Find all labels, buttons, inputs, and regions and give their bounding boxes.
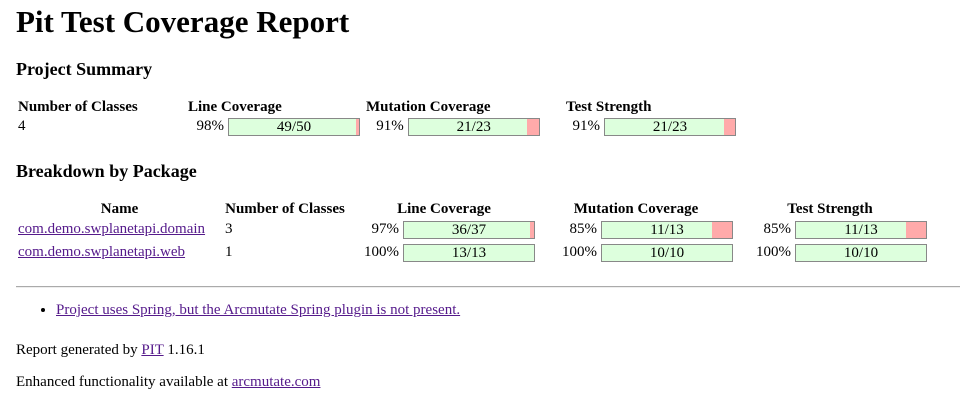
package-link-domain[interactable]: com.demo.swplanetapi.domain <box>18 221 205 237</box>
package-strength-label: 11/13 <box>844 221 878 238</box>
table-row: com.demo.swplanetapi.web 1 100% 13/13 10… <box>18 241 927 264</box>
package-strength-bar: 11/13 <box>795 220 927 239</box>
package-mutation-bar: 10/10 <box>601 243 733 262</box>
package-strength-pct: 100% <box>756 244 791 260</box>
package-strength-pct: 85% <box>763 221 792 237</box>
package-line-label: 36/37 <box>451 221 487 238</box>
header-test-strength: Test Strength <box>566 98 652 115</box>
breakdown-table: Name Number of Classes Line Coverage Mut… <box>18 200 927 264</box>
package-strength-bar: 10/10 <box>795 243 927 262</box>
package-link-web[interactable]: com.demo.swplanetapi.web <box>18 244 185 260</box>
summary-strength-bar: 21/23 <box>604 117 736 136</box>
header-mutation-coverage: Mutation Coverage <box>366 98 491 115</box>
package-mutation-label: 11/13 <box>650 221 684 238</box>
package-mutation-pct: 100% <box>562 244 597 260</box>
project-summary-heading: Project Summary <box>16 59 153 79</box>
list-item: Project uses Spring, but the Arcmutate S… <box>56 300 460 320</box>
package-mutation-pct: 85% <box>569 221 598 237</box>
package-line-bar: 36/37 <box>403 220 535 239</box>
header-line-coverage: Line Coverage <box>188 98 282 115</box>
package-line-pct: 97% <box>371 221 400 237</box>
generated-prefix: Report generated by <box>16 342 142 358</box>
project-summary-table: Number of Classes Line Coverage Mutation… <box>18 98 736 137</box>
summary-line-label: 49/50 <box>276 118 312 135</box>
notes-list: Project uses Spring, but the Arcmutate S… <box>16 300 460 320</box>
breakdown-heading: Breakdown by Package <box>16 161 197 181</box>
breakdown-header-name: Name <box>100 200 139 217</box>
package-mutation-label: 10/10 <box>649 244 685 261</box>
package-mutation-bar: 11/13 <box>601 220 733 239</box>
pit-version: 1.16.1 <box>163 342 205 358</box>
divider <box>16 286 960 288</box>
breakdown-header-line: Line Coverage <box>397 200 491 217</box>
enhanced-functionality-line: Enhanced functionality available at arcm… <box>16 372 320 392</box>
pit-link[interactable]: PIT <box>141 342 163 358</box>
package-classes: 3 <box>225 221 233 237</box>
breakdown-header-classes: Number of Classes <box>225 200 345 217</box>
summary-strength-pct: 91% <box>572 118 601 134</box>
breakdown-header-mutation: Mutation Coverage <box>573 200 699 217</box>
package-line-pct: 100% <box>364 244 399 260</box>
package-strength-label: 10/10 <box>843 244 879 261</box>
spring-plugin-note-link[interactable]: Project uses Spring, but the Arcmutate S… <box>56 302 460 318</box>
summary-classes: 4 <box>18 118 26 134</box>
summary-mutation-pct: 91% <box>376 118 404 134</box>
package-classes: 1 <box>225 244 233 260</box>
summary-mutation-label: 21/23 <box>456 118 491 135</box>
summary-mutation-bar: 21/23 <box>407 117 540 136</box>
report-generated-line: Report generated by PIT 1.16.1 <box>16 340 205 360</box>
breakdown-header-strength: Test Strength <box>787 200 873 217</box>
enhanced-prefix: Enhanced functionality available at <box>16 374 232 390</box>
summary-line-pct: 98% <box>196 118 225 134</box>
package-line-bar: 13/13 <box>403 243 535 262</box>
page-title: Pit Test Coverage Report <box>16 4 350 39</box>
summary-strength-label: 21/23 <box>652 118 688 135</box>
table-row: com.demo.swplanetapi.domain 3 97% 36/37 … <box>18 218 927 241</box>
package-line-label: 13/13 <box>451 244 487 261</box>
arcmutate-link[interactable]: arcmutate.com <box>232 374 321 390</box>
header-number-of-classes: Number of Classes <box>18 98 138 115</box>
summary-line-bar: 49/50 <box>228 117 360 136</box>
